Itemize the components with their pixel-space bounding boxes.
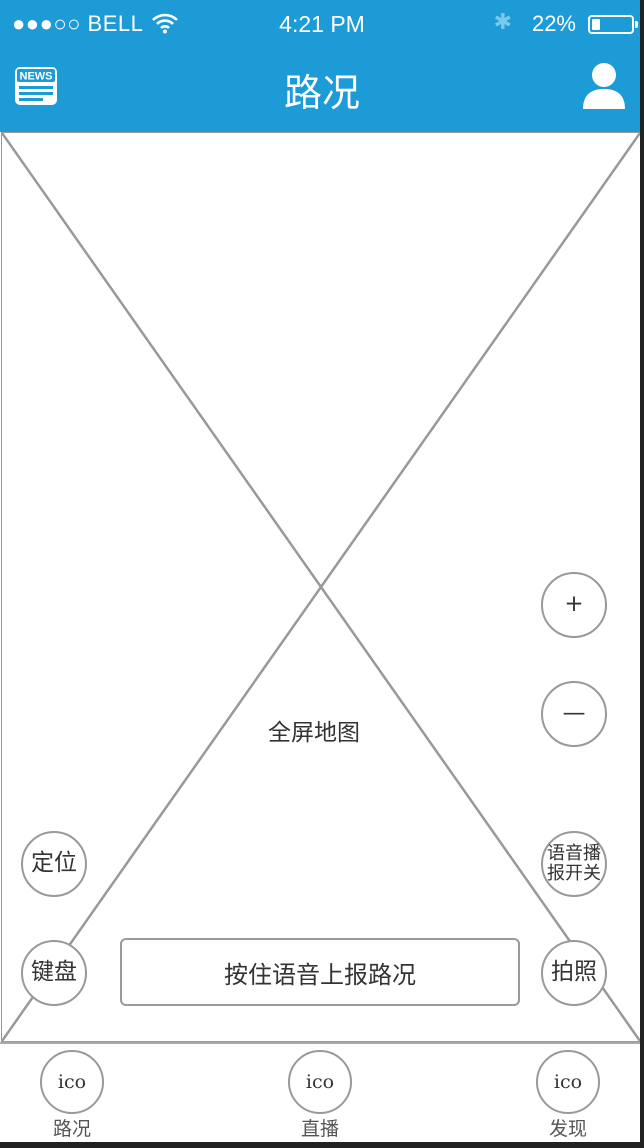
tab-traffic[interactable]: ico 路况	[32, 1048, 112, 1140]
voice-broadcast-toggle[interactable]: 语音播 报开关	[541, 831, 607, 897]
tab-live-icon: ico	[288, 1050, 352, 1114]
tab-traffic-label: 路况	[52, 1118, 91, 1140]
voice-toggle-line2: 报开关	[547, 863, 601, 884]
battery-icon	[588, 15, 638, 34]
tab-bar: ico 路况 ico 直播 ico 发现	[0, 1042, 644, 1148]
device-edge-right	[640, 0, 644, 1148]
tab-discover-label: 发现	[548, 1118, 587, 1140]
locate-button[interactable]: 定位	[21, 831, 87, 897]
status-bar: ●●●○○ BELL 4:21 PM ✱ 22%	[0, 0, 644, 50]
tab-traffic-icon: ico	[40, 1050, 104, 1114]
device-edge-bottom	[0, 1142, 644, 1148]
header-bar: ●●●○○ BELL 4:21 PM ✱ 22% NEWS 路况	[0, 0, 644, 132]
tab-discover-icon: ico	[536, 1050, 600, 1114]
keyboard-button[interactable]: 键盘	[21, 940, 87, 1006]
user-icon[interactable]	[582, 62, 626, 110]
tab-live-label: 直播	[300, 1118, 339, 1140]
map-label: 全屏地图	[262, 713, 366, 747]
zoom-out-button[interactable]: —	[541, 681, 607, 747]
bluetooth-icon: ✱	[493, 10, 512, 35]
voice-report-button[interactable]: 按住语音上报路况	[120, 938, 520, 1006]
tab-live[interactable]: ico 直播	[280, 1048, 360, 1140]
battery-level	[592, 19, 600, 30]
battery-percent: 22%	[531, 11, 576, 36]
app-screen: ●●●○○ BELL 4:21 PM ✱ 22% NEWS 路况 全屏地图 + …	[0, 0, 644, 1148]
page-title: 路况	[283, 71, 360, 115]
photo-button[interactable]: 拍照	[541, 940, 607, 1006]
voice-toggle-line1: 语音播	[547, 843, 601, 865]
map-placeholder-cross	[2, 133, 640, 1041]
zoom-in-button[interactable]: +	[541, 572, 607, 638]
tab-discover[interactable]: ico 发现	[528, 1048, 608, 1140]
